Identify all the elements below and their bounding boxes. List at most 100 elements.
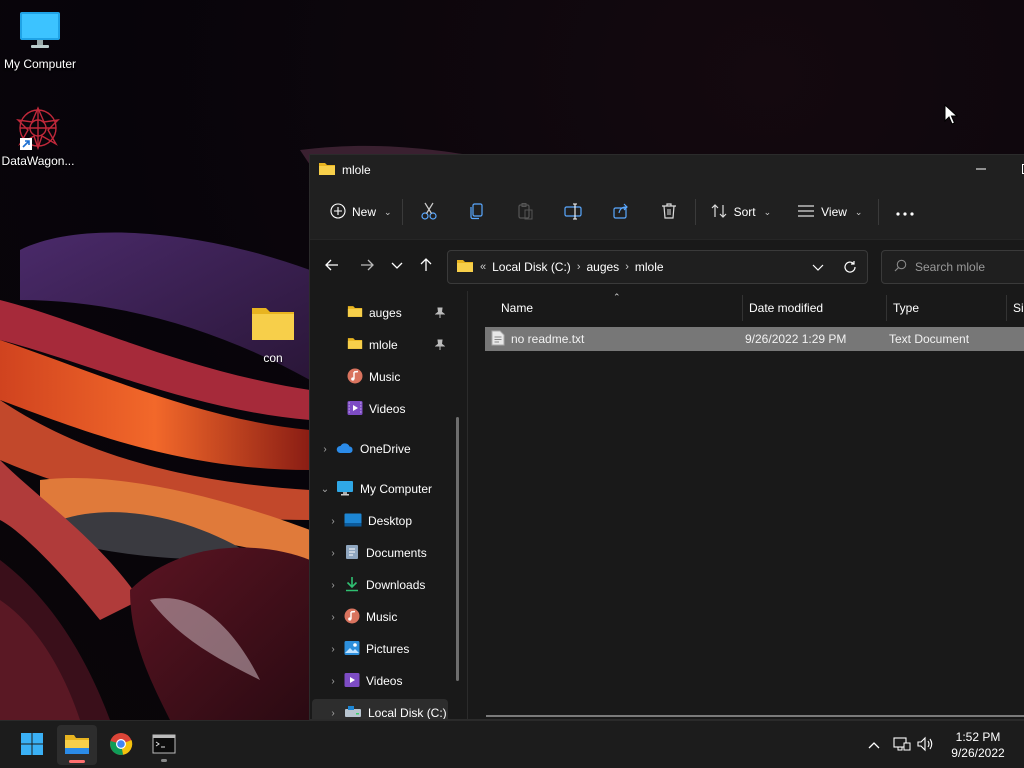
recent-locations-button[interactable]: [381, 250, 413, 282]
nav-item-desktop[interactable]: › Desktop: [328, 507, 412, 535]
desktop-icon-my-computer[interactable]: My Computer: [0, 10, 80, 71]
column-header-type[interactable]: Type: [893, 295, 1003, 321]
paste-button[interactable]: [501, 195, 549, 229]
chevron-down-icon: ⌄: [854, 206, 863, 217]
nav-item-my-computer[interactable]: ⌄ My Computer: [320, 475, 432, 503]
drive-icon: [344, 705, 362, 720]
show-hidden-icons-button[interactable]: [864, 735, 884, 755]
view-button[interactable]: View ⌄: [789, 195, 870, 229]
volume-button[interactable]: [916, 735, 936, 755]
search-input[interactable]: Search mlole: [881, 250, 1024, 284]
address-bar-row: « Local Disk (C:) › auges › mlole Search…: [310, 239, 1024, 291]
scissors-icon: [420, 202, 438, 223]
taskbar-terminal[interactable]: [144, 725, 184, 765]
chevron-up-icon: [868, 738, 880, 752]
column-divider[interactable]: [886, 295, 887, 321]
maximize-button[interactable]: [1004, 155, 1024, 185]
nav-item-downloads[interactable]: › Downloads: [328, 571, 425, 599]
column-divider[interactable]: [1006, 295, 1007, 321]
desktop-icon-label: DataWagon...: [1, 154, 75, 168]
column-header-name[interactable]: Name: [501, 295, 741, 321]
nav-item-local-disk[interactable]: › Local Disk (C:): [312, 699, 448, 720]
file-row-selected[interactable]: no readme.txt 9/26/2022 1:29 PM Text Doc…: [485, 327, 1024, 351]
nav-item-onedrive[interactable]: › OneDrive: [320, 435, 410, 463]
nav-item-label: Desktop: [368, 514, 413, 528]
more-options-button[interactable]: [881, 195, 929, 229]
view-label: View: [821, 205, 847, 219]
start-icon: [20, 732, 44, 759]
copy-button[interactable]: [453, 195, 501, 229]
pin-icon[interactable]: [434, 339, 446, 354]
breadcrumb-overflow[interactable]: «: [480, 261, 486, 273]
datawagon-shortcut-icon: [14, 106, 62, 151]
chevron-right-icon[interactable]: ›: [328, 580, 338, 591]
taskbar-file-explorer[interactable]: [57, 725, 97, 765]
title-bar[interactable]: mlole: [310, 155, 1024, 185]
nav-item-pictures[interactable]: › Pictures: [328, 635, 409, 663]
file-date-modified: 9/26/2022 1:29 PM: [745, 332, 847, 346]
nav-item-documents[interactable]: › Documents: [328, 539, 427, 567]
refresh-icon[interactable]: [843, 260, 857, 277]
column-divider[interactable]: [742, 295, 743, 321]
breadcrumb-auges[interactable]: auges: [586, 260, 619, 274]
chevron-right-icon[interactable]: ›: [328, 644, 338, 655]
taskbar-chrome[interactable]: [101, 725, 141, 765]
chevron-right-icon[interactable]: ›: [625, 261, 629, 273]
cut-button[interactable]: [405, 195, 453, 229]
rename-button[interactable]: [549, 195, 597, 229]
address-bar[interactable]: « Local Disk (C:) › auges › mlole: [447, 250, 868, 284]
network-icon: [893, 736, 911, 755]
share-button[interactable]: [597, 195, 645, 229]
sort-button[interactable]: Sort ⌄: [702, 195, 780, 229]
network-button[interactable]: [892, 735, 912, 755]
folder-icon: [250, 302, 296, 347]
file-explorer-icon: [64, 733, 90, 758]
desktop-icon-con-folder[interactable]: con: [233, 302, 313, 365]
start-button[interactable]: [12, 725, 52, 765]
nav-item-label: Downloads: [366, 578, 426, 592]
delete-button[interactable]: [645, 195, 693, 229]
nav-item-auges[interactable]: auges: [347, 299, 465, 327]
arrow-right-icon: [360, 258, 374, 275]
nav-item-videos[interactable]: › Videos: [328, 667, 402, 695]
taskbar-clock[interactable]: 1:52 PM 9/26/2022: [936, 729, 1020, 761]
chevron-right-icon[interactable]: ›: [320, 444, 330, 455]
chevron-down-icon[interactable]: ⌄: [320, 484, 330, 495]
chevron-right-icon[interactable]: ›: [328, 676, 338, 687]
trash-icon: [660, 202, 678, 223]
chevron-down-icon: [391, 259, 403, 273]
minimize-button[interactable]: [958, 155, 1004, 185]
nav-item-music[interactable]: Music: [347, 363, 400, 391]
file-type: Text Document: [889, 332, 970, 346]
new-button[interactable]: New ⌄: [322, 195, 400, 229]
back-button[interactable]: [316, 250, 348, 282]
text-file-icon: [491, 330, 505, 349]
sort-label: Sort: [733, 205, 756, 219]
pin-icon[interactable]: [434, 307, 446, 322]
navigation-pane: auges mlole Music Videos › OneDrive ⌄ My…: [310, 291, 468, 720]
chevron-right-icon[interactable]: ›: [328, 708, 338, 719]
nav-item-mlole[interactable]: mlole: [347, 331, 465, 359]
desktop-icon-datawagon[interactable]: DataWagon...: [0, 106, 78, 168]
pictures-icon: [344, 640, 360, 659]
nav-item-music[interactable]: › Music: [328, 603, 397, 631]
address-dropdown-chevron-icon[interactable]: [812, 261, 824, 275]
nav-scrollbar[interactable]: [456, 417, 459, 681]
nav-item-videos[interactable]: Videos: [347, 395, 405, 423]
column-header-date-modified[interactable]: Date modified: [749, 295, 885, 321]
horizontal-scrollbar[interactable]: [486, 715, 1024, 717]
rename-icon: [563, 202, 582, 223]
column-header-size[interactable]: Size: [1013, 295, 1024, 321]
breadcrumb-mlole[interactable]: mlole: [635, 260, 664, 274]
videos-icon: [347, 400, 363, 419]
window-title: mlole: [318, 162, 371, 179]
chevron-right-icon[interactable]: ›: [328, 516, 338, 527]
nav-item-label: Music: [369, 370, 401, 384]
chevron-right-icon[interactable]: ›: [328, 612, 338, 623]
up-button[interactable]: [410, 250, 442, 282]
chevron-right-icon[interactable]: ›: [577, 261, 581, 273]
chevron-right-icon[interactable]: ›: [328, 548, 338, 559]
breadcrumb-local-disk[interactable]: Local Disk (C:): [492, 260, 571, 274]
forward-button[interactable]: [351, 250, 383, 282]
running-app-indicator: [161, 759, 167, 762]
